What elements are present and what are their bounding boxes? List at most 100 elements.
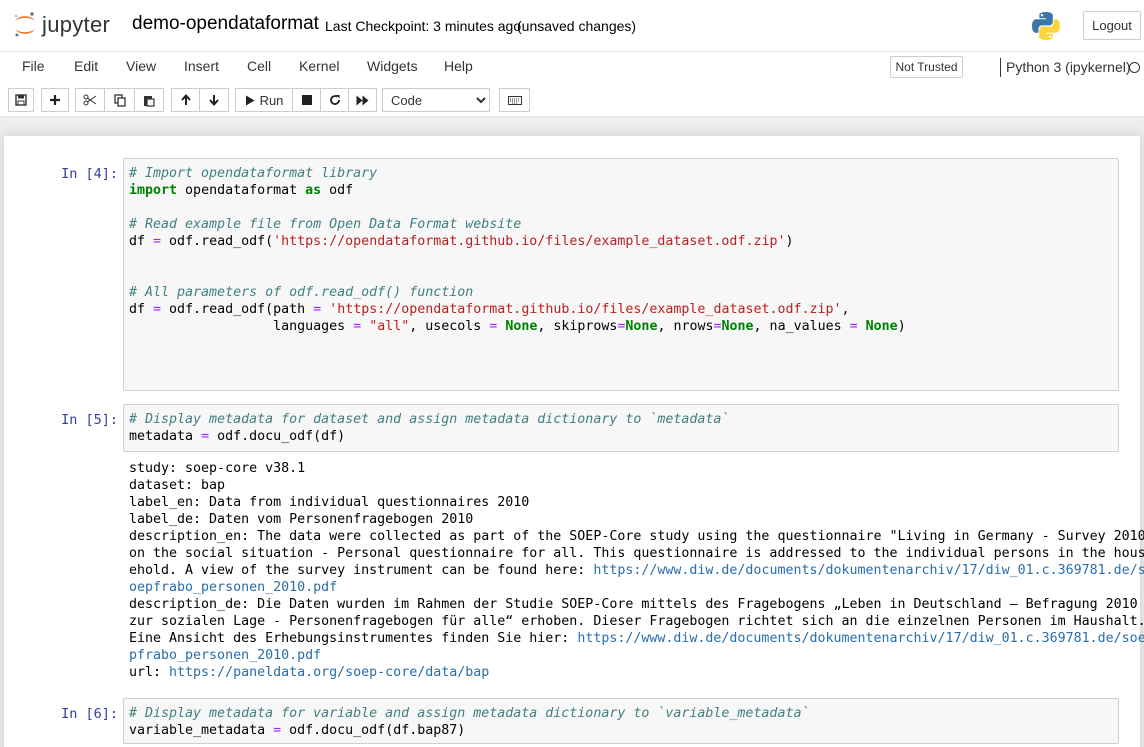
output-link[interactable]: https://www.diw.de/documents/dokumentena…	[593, 563, 1144, 578]
code-line: languages = "all", usecols = None, skipr…	[129, 318, 1113, 335]
restart-kernel-button[interactable]	[320, 88, 349, 112]
input-prompt: In [6]:	[61, 706, 118, 722]
paste-button[interactable]	[134, 88, 164, 112]
scissors-icon	[83, 94, 97, 106]
arrow-down-icon	[209, 95, 219, 106]
code-input[interactable]: # Display metadata for variable and assi…	[123, 698, 1119, 744]
output-link[interactable]: https://paneldata.org/soep-core/data/bap	[169, 665, 489, 680]
paste-icon	[144, 95, 155, 107]
code-operator: =	[153, 234, 162, 249]
move-down-button[interactable]	[199, 88, 229, 112]
autosave-status: (unsaved changes)	[517, 18, 637, 34]
copy-button[interactable]	[104, 88, 135, 112]
cell-output: study: soep-core v38.1 dataset: bap label_…	[129, 460, 1144, 681]
code-text: variable_metadata	[129, 723, 274, 738]
code-text: odf.docu_odf(df)	[209, 429, 346, 444]
arrow-up-icon	[180, 94, 191, 105]
code-input[interactable]: # Import opendataformat library import op…	[123, 158, 1119, 391]
cell-type-select[interactable]: Code	[382, 88, 490, 112]
code-line: # Import opendataformat library	[129, 165, 1113, 182]
kernel-divider	[1000, 58, 1001, 77]
code-text: study: soep-core v38.1	[129, 461, 306, 476]
code-text: url:	[129, 665, 170, 680]
save-button[interactable]	[8, 88, 34, 112]
code-text: )	[785, 234, 794, 249]
run-button[interactable]: Run	[235, 88, 293, 112]
command-palette-button[interactable]	[499, 88, 530, 112]
code-text: metadata	[129, 429, 202, 444]
input-prompt: In [4]:	[61, 166, 118, 182]
output-line: on the social situation - Personal quest…	[129, 545, 1144, 562]
code-operator: =	[201, 429, 210, 444]
output-line: label_en: Data from individual questionn…	[129, 494, 1119, 511]
cut-button[interactable]	[75, 88, 105, 112]
menubar: File Edit View Insert Cell Kernel Widget…	[0, 51, 1144, 83]
output-line: url: https://paneldata.org/soep-core/dat…	[129, 664, 1119, 681]
kernel-name[interactable]: Python 3 (ipykernel)	[1006, 59, 1131, 75]
menu-edit[interactable]: Edit	[74, 58, 98, 74]
save-icon	[15, 94, 27, 106]
code-input[interactable]: # Display metadata for dataset and assig…	[123, 404, 1119, 452]
menu-help[interactable]: Help	[444, 58, 473, 74]
code-text: odf.docu_odf(df.bap87)	[281, 723, 466, 738]
insert-cell-button[interactable]	[41, 88, 69, 112]
notebook-name[interactable]: demo-opendataformat	[132, 13, 319, 35]
menu-kernel[interactable]: Kernel	[299, 58, 339, 74]
code-keyword: as	[305, 183, 322, 198]
menu-cell[interactable]: Cell	[247, 58, 271, 74]
menu-widgets[interactable]: Widgets	[367, 58, 418, 74]
menu-insert[interactable]: Insert	[184, 58, 219, 74]
code-text: ,	[841, 302, 850, 317]
output-line: label_de: Daten vom Personenfragebogen 2…	[129, 511, 1119, 528]
interrupt-kernel-button[interactable]	[292, 88, 321, 112]
kernel-idle-icon	[1129, 62, 1140, 73]
output-link[interactable]: pfrabo_personen_2010.pdf	[129, 648, 321, 663]
code-line: df = odf.read_odf('https://opendataforma…	[129, 233, 1113, 250]
code-constant: None	[625, 319, 658, 334]
move-up-button[interactable]	[171, 88, 200, 112]
code-text: )	[897, 319, 906, 334]
code-operator: =	[353, 319, 362, 334]
output-line: study: soep-core v38.1	[129, 460, 1119, 477]
code-comment: # Display metadata for variable and assi…	[129, 706, 810, 721]
code-text: Eine Ansicht des Erhebungsinstrumentes f…	[129, 631, 578, 646]
code-text: , nrows	[657, 319, 714, 334]
code-text: odf.read_odf(path	[161, 302, 314, 317]
menu-view[interactable]: View	[126, 58, 156, 74]
code-text: , usecols	[409, 319, 490, 334]
code-keyword: import	[129, 183, 178, 198]
trust-status-button[interactable]: Not Trusted	[890, 56, 963, 78]
output-link[interactable]: oepfrabo_personen_2010.pdf	[129, 580, 337, 595]
code-text: languages	[129, 319, 354, 334]
output-link[interactable]: https://www.diw.de/documents/dokumentena…	[577, 631, 1144, 646]
code-text: odf	[321, 183, 354, 198]
code-constant: None	[865, 319, 898, 334]
checkpoint-status: Last Checkpoint: 3 minutes ago	[325, 18, 522, 34]
stop-icon	[301, 95, 312, 105]
code-text: zur sozialen Lage - Personenfragebogen f…	[129, 614, 1144, 629]
notebook-area[interactable]: In [4]: # Import opendataformat library i…	[0, 118, 1144, 747]
menu-file[interactable]: File	[22, 58, 45, 74]
code-line: metadata = odf.docu_odf(df)	[129, 428, 1113, 445]
code-text: , na_values	[753, 319, 850, 334]
code-text: opendataformat	[177, 183, 306, 198]
restart-run-all-button[interactable]	[348, 88, 377, 112]
code-constant: None	[505, 319, 538, 334]
jupyter-logo[interactable]: jupyter	[12, 8, 110, 42]
output-line: description_de: Die Daten wurden im Rahm…	[129, 596, 1138, 613]
code-text: dataset: bap	[129, 478, 226, 493]
code-text: df	[129, 234, 154, 249]
code-text: , skiprows	[537, 319, 618, 334]
notebook-container: In [4]: # Import opendataformat library i…	[4, 136, 1144, 747]
logout-button[interactable]: Logout	[1083, 11, 1141, 40]
code-line: # Display metadata for dataset and assig…	[129, 411, 1113, 428]
code-operator: =	[313, 302, 322, 317]
output-line: oepfrabo_personen_2010.pdf	[129, 579, 1119, 596]
